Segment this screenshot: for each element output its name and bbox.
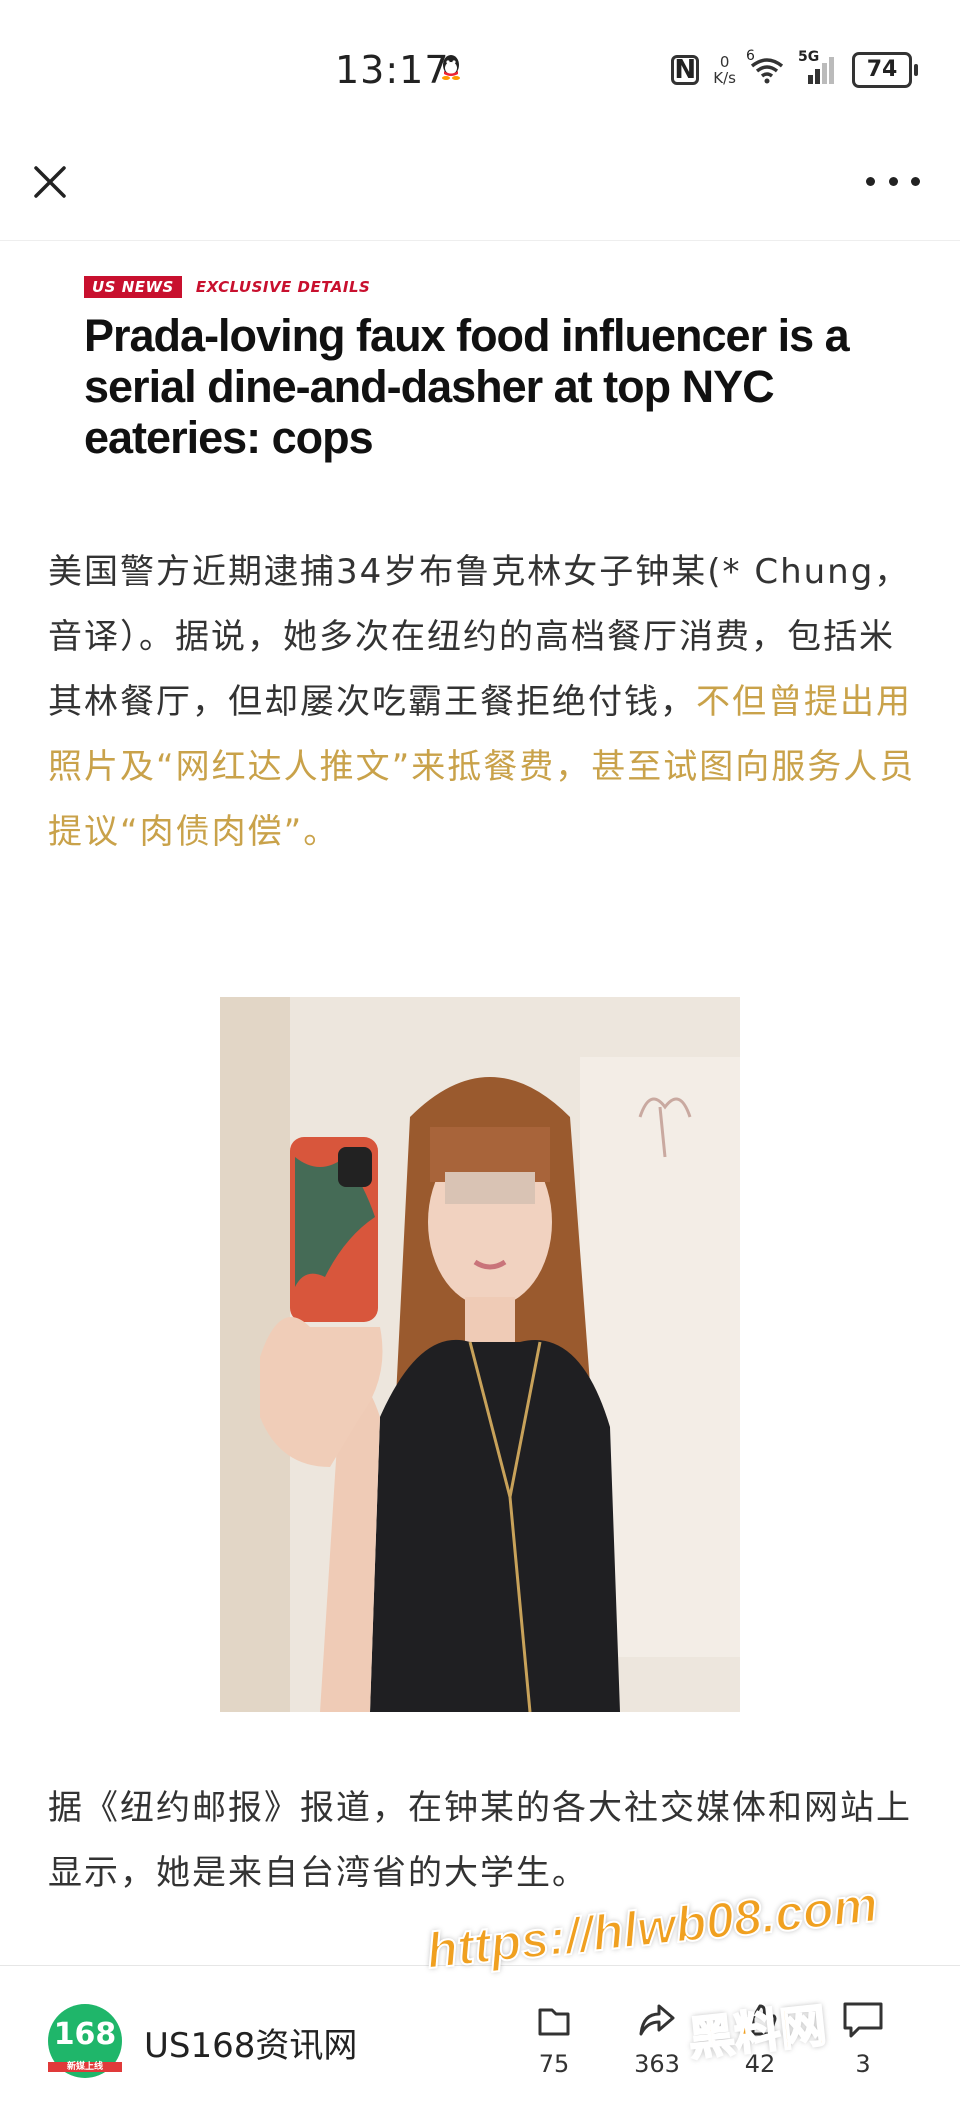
collect-button[interactable]: 75 [514,2000,594,2078]
net-speed: 0 K/s [713,54,736,86]
share-icon [639,2004,675,2036]
nfc-icon: N [671,55,700,85]
collect-count: 75 [538,2050,570,2078]
source-name[interactable]: US168资讯网 [144,2018,357,2067]
headline-tags: US NEWS EXCLUSIVE DETAILS [84,276,904,298]
comment-button[interactable]: 3 [823,2000,903,2078]
status-time: 13:17 [335,48,450,92]
net-speed-value: 0 [719,53,730,71]
wifi-label: 6 [746,48,755,64]
tag-us-news: US NEWS [84,276,182,298]
tag-exclusive: EXCLUSIVE DETAILS [195,278,371,296]
comment-count: 3 [855,2050,871,2078]
article-photo[interactable] [220,997,740,1712]
headline-image: US NEWS EXCLUSIVE DETAILS Prada-loving f… [84,276,904,463]
share-count: 363 [634,2050,680,2078]
signal-icon: 5G [798,49,838,85]
more-icon[interactable] [866,166,920,196]
status-indicators: N 0 K/s 6 5G 74 [671,48,918,88]
qq-icon [442,55,460,80]
logo-sub: 新媒上线 [48,2062,122,2072]
nav-bar [0,140,960,241]
logo-text: 168 [53,2017,117,2052]
signal-label: 5G [798,49,820,65]
collect-icon [538,2008,570,2036]
article-paragraph-1: 美国警方近期逮捕34岁布鲁克林女子钟某(* Chung，音译）。据说，她多次在纽… [48,540,918,865]
wifi-icon: 6 [746,48,784,84]
close-icon[interactable] [28,160,72,204]
net-speed-unit: K/s [713,69,736,87]
battery-icon: 74 [852,52,918,88]
comment-icon [843,2002,883,2038]
status-bar: 13:17 N 0 K/s 6 5G 74 [0,0,960,140]
source-logo[interactable]: 168 新媒上线 [48,2004,122,2078]
headline-title: Prada-loving faux food influencer is a s… [84,310,850,463]
